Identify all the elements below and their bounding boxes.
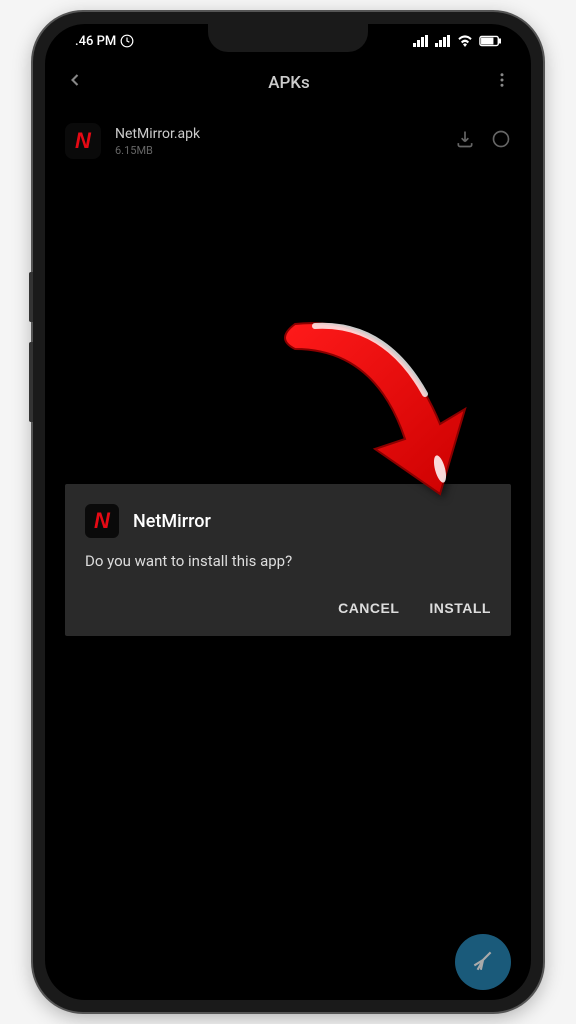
- signal-icon: [435, 35, 451, 47]
- wifi-icon: [457, 35, 473, 47]
- volume-button: [29, 342, 33, 422]
- file-info: NetMirror.apk 6.15MB: [115, 126, 441, 157]
- clock-icon: [120, 34, 134, 48]
- install-button[interactable]: INSTALL: [429, 600, 491, 616]
- phone-physical-buttons: [29, 272, 33, 442]
- screen: .46 PM: [45, 24, 531, 1000]
- clean-fab-button[interactable]: [455, 934, 511, 990]
- page-title: APKs: [268, 73, 310, 93]
- cancel-button[interactable]: CANCEL: [338, 600, 399, 616]
- file-list-item[interactable]: N NetMirror.apk 6.15MB: [45, 111, 531, 171]
- menu-dots-icon[interactable]: [493, 71, 511, 94]
- file-name: NetMirror.apk: [115, 126, 441, 142]
- header: APKs: [45, 54, 531, 111]
- status-time: .46 PM: [75, 34, 116, 49]
- battery-icon: [479, 35, 501, 47]
- file-size: 6.15MB: [115, 144, 441, 157]
- dialog-title: NetMirror: [133, 511, 211, 532]
- back-icon[interactable]: [65, 70, 85, 95]
- notch: [208, 24, 368, 52]
- broom-icon: [470, 947, 496, 977]
- app-icon: N: [65, 123, 101, 159]
- phone-frame: .46 PM: [33, 12, 543, 1012]
- download-icon[interactable]: [455, 129, 475, 153]
- annotation-arrow: [245, 294, 475, 528]
- volume-button: [29, 272, 33, 322]
- dialog-app-icon: N: [85, 504, 119, 538]
- signal-icon: [413, 35, 429, 47]
- select-circle-icon[interactable]: [491, 129, 511, 153]
- dialog-message: Do you want to install this app?: [85, 552, 491, 570]
